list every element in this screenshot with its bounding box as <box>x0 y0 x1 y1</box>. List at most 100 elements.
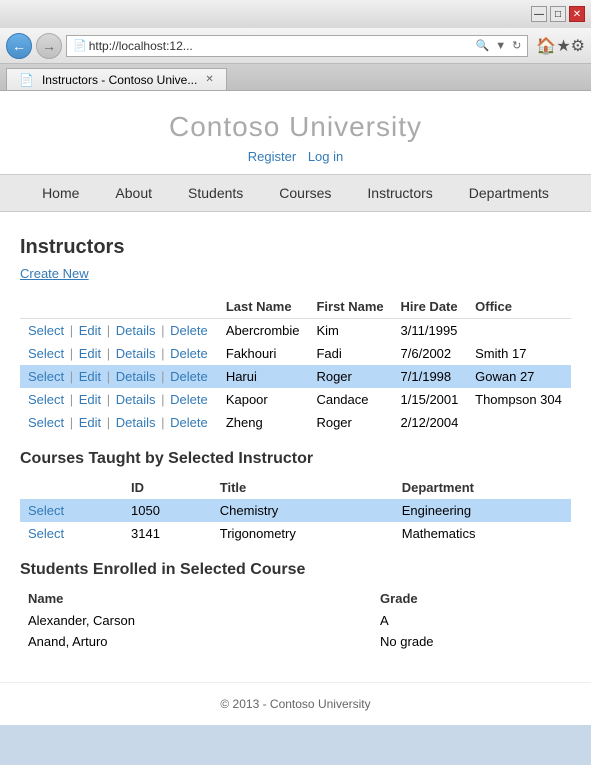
tab-title: Instructors - Contoso Unive... <box>42 73 197 87</box>
instructor-hire-date: 7/1/1998 <box>393 365 468 388</box>
maximize-button[interactable]: □ <box>550 6 566 22</box>
instructor-row: Select | Edit | Details | Delete Fakhour… <box>20 342 571 365</box>
instructor-details-link[interactable]: Details <box>116 369 156 384</box>
instructor-edit-link[interactable]: Edit <box>79 323 101 338</box>
instructor-actions: Select | Edit | Details | Delete <box>20 388 218 411</box>
nav-about[interactable]: About <box>97 175 170 211</box>
course-department: Mathematics <box>394 522 571 545</box>
instructor-delete-link[interactable]: Delete <box>170 323 208 338</box>
page-footer: © 2013 - Contoso University <box>0 682 591 725</box>
instructor-hire-date: 1/15/2001 <box>393 388 468 411</box>
instructor-edit-link[interactable]: Edit <box>79 346 101 361</box>
dropdown-icon[interactable]: ▼ <box>493 40 508 52</box>
home-icon[interactable]: 🏠 <box>536 36 556 56</box>
course-select-link[interactable]: Select <box>28 503 64 518</box>
instructor-details-link[interactable]: Details <box>116 346 156 361</box>
address-icons: 🔍 ▼ ↻ <box>474 39 524 52</box>
course-select-link[interactable]: Select <box>28 526 64 541</box>
course-actions: Select <box>20 522 123 545</box>
instructor-actions: Select | Edit | Details | Delete <box>20 411 218 434</box>
instructor-office: Gowan 27 <box>467 365 571 388</box>
footer-text: © 2013 - Contoso University <box>220 697 370 711</box>
page-header: Contoso University Register Log in <box>0 91 591 174</box>
instructor-select-link[interactable]: Select <box>28 392 64 407</box>
course-row: Select 1050 Chemistry Engineering <box>20 499 571 522</box>
courses-table: ID Title Department Select 1050 Chemistr… <box>20 476 571 545</box>
instructor-row: Select | Edit | Details | Delete Abercro… <box>20 319 571 343</box>
nav-home[interactable]: Home <box>24 175 97 211</box>
instructor-select-link[interactable]: Select <box>28 415 64 430</box>
instructor-office: Smith 17 <box>467 342 571 365</box>
address-bar[interactable]: 📄 http://localhost:12... 🔍 ▼ ↻ <box>66 35 528 57</box>
nav-departments[interactable]: Departments <box>451 175 567 211</box>
instructor-row: Select | Edit | Details | Delete Kapoor … <box>20 388 571 411</box>
instructor-last-name: Harui <box>218 365 309 388</box>
auth-links: Register Log in <box>0 149 591 164</box>
tab-favicon: 📄 <box>19 73 34 87</box>
instructor-select-link[interactable]: Select <box>28 369 64 384</box>
tab-close-button[interactable]: ✕ <box>205 74 213 85</box>
nav-instructors[interactable]: Instructors <box>349 175 450 211</box>
courses-col-actions <box>20 476 123 499</box>
instructor-delete-link[interactable]: Delete <box>170 392 208 407</box>
instructor-last-name: Kapoor <box>218 388 309 411</box>
instructors-table: Last Name First Name Hire Date Office Se… <box>20 295 571 434</box>
login-link[interactable]: Log in <box>308 149 343 164</box>
active-tab[interactable]: 📄 Instructors - Contoso Unive... ✕ <box>6 68 227 90</box>
students-section-title: Students Enrolled in Selected Course <box>20 561 571 579</box>
instructor-delete-link[interactable]: Delete <box>170 369 208 384</box>
address-text: http://localhost:12... <box>89 39 474 53</box>
col-last-name: Last Name <box>218 295 309 319</box>
course-row: Select 3141 Trigonometry Mathematics <box>20 522 571 545</box>
search-icon[interactable]: 🔍 <box>474 39 492 52</box>
instructor-edit-link[interactable]: Edit <box>79 369 101 384</box>
courses-section-title: Courses Taught by Selected Instructor <box>20 450 571 468</box>
col-hire-date: Hire Date <box>393 295 468 319</box>
instructor-office <box>467 411 571 434</box>
instructor-edit-link[interactable]: Edit <box>79 392 101 407</box>
student-name: Anand, Arturo <box>20 631 372 652</box>
content: Instructors Create New Last Name First N… <box>0 226 591 672</box>
back-button[interactable]: ← <box>6 33 32 59</box>
page-title: Instructors <box>20 236 571 259</box>
nav-students[interactable]: Students <box>170 175 261 211</box>
instructor-last-name: Zheng <box>218 411 309 434</box>
page: Contoso University Register Log in Home … <box>0 91 591 725</box>
student-row: Anand, Arturo No grade <box>20 631 571 652</box>
instructor-hire-date: 7/6/2002 <box>393 342 468 365</box>
courses-col-title: Title <box>212 476 394 499</box>
instructor-actions: Select | Edit | Details | Delete <box>20 319 218 343</box>
minimize-button[interactable]: — <box>531 6 547 22</box>
instructor-delete-link[interactable]: Delete <box>170 346 208 361</box>
instructor-first-name: Roger <box>308 365 392 388</box>
instructor-select-link[interactable]: Select <box>28 346 64 361</box>
course-department: Engineering <box>394 499 571 522</box>
forward-button[interactable]: → <box>36 33 62 59</box>
instructor-hire-date: 3/11/1995 <box>393 319 468 343</box>
favorites-icon[interactable]: ★ <box>556 36 570 56</box>
create-new-link[interactable]: Create New <box>20 266 89 281</box>
student-grade: No grade <box>372 631 571 652</box>
site-title: Contoso University <box>0 111 591 143</box>
instructor-edit-link[interactable]: Edit <box>79 415 101 430</box>
col-office: Office <box>467 295 571 319</box>
courses-col-dept: Department <box>394 476 571 499</box>
instructor-first-name: Kim <box>308 319 392 343</box>
main-nav: Home About Students Courses Instructors … <box>0 174 591 212</box>
instructor-select-link[interactable]: Select <box>28 323 64 338</box>
instructor-delete-link[interactable]: Delete <box>170 415 208 430</box>
course-title: Trigonometry <box>212 522 394 545</box>
course-id: 1050 <box>123 499 212 522</box>
students-col-grade: Grade <box>372 587 571 610</box>
close-button[interactable]: ✕ <box>569 6 585 22</box>
course-id: 3141 <box>123 522 212 545</box>
instructor-details-link[interactable]: Details <box>116 415 156 430</box>
register-link[interactable]: Register <box>248 149 296 164</box>
settings-icon[interactable]: ⚙ <box>571 36 585 56</box>
instructor-actions: Select | Edit | Details | Delete <box>20 342 218 365</box>
refresh-icon[interactable]: ↻ <box>510 39 523 52</box>
instructor-details-link[interactable]: Details <box>116 392 156 407</box>
nav-courses[interactable]: Courses <box>261 175 349 211</box>
instructor-details-link[interactable]: Details <box>116 323 156 338</box>
courses-col-id: ID <box>123 476 212 499</box>
